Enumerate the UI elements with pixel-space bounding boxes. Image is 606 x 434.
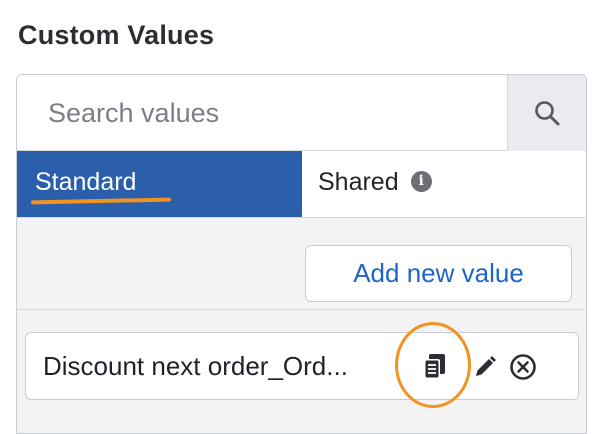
search-button[interactable] <box>507 75 586 151</box>
search-input[interactable] <box>17 75 507 151</box>
search-row <box>17 75 586 151</box>
close-circle-icon <box>510 354 536 380</box>
tab-shared[interactable]: Shared i <box>302 151 586 217</box>
list-item[interactable]: Discount next order_Ord... <box>25 332 579 400</box>
section-title: Custom Values <box>18 20 215 50</box>
tab-shared-label: Shared <box>318 168 399 196</box>
tab-underline-annotation <box>30 197 172 205</box>
info-icon[interactable]: i <box>410 170 432 192</box>
tabs: Standard Shared i <box>17 151 586 218</box>
value-label: Discount next order_Ord... <box>43 351 348 381</box>
add-new-value-button[interactable]: Add new value <box>305 245 572 302</box>
tab-standard[interactable]: Standard <box>17 151 302 217</box>
pencil-icon <box>476 356 496 376</box>
toolbar-row: Add new value <box>17 218 586 310</box>
edit-button[interactable] <box>469 351 501 383</box>
search-icon <box>535 101 560 126</box>
copy-icon <box>424 354 445 379</box>
remove-button[interactable] <box>507 351 539 383</box>
tab-standard-label: Standard <box>35 168 137 196</box>
copy-button[interactable] <box>419 351 451 383</box>
custom-values-panel: Standard Sharedi Add new value Discount … <box>16 74 587 434</box>
